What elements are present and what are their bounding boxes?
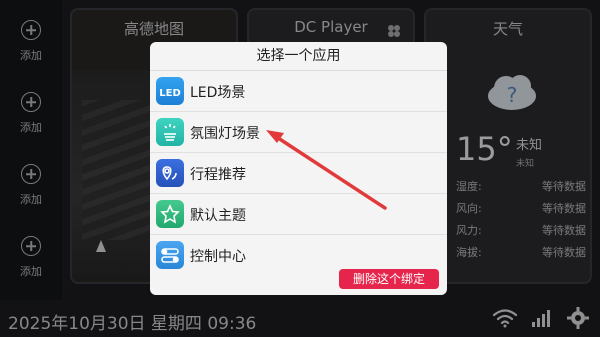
route-icon xyxy=(156,159,184,187)
app-picker-dialog: 选择一个应用 LED LED场景 氛围灯场景 行程推荐 默认主题 控制中心 删除… xyxy=(150,42,447,295)
theme-star-icon xyxy=(156,200,184,228)
app-item-led-scene[interactable]: LED LED场景 xyxy=(150,71,447,112)
control-toggle-icon xyxy=(156,241,184,269)
app-label: 默认主题 xyxy=(190,208,246,224)
app-label: 行程推荐 xyxy=(190,167,246,183)
dialog-title: 选择一个应用 xyxy=(150,42,447,71)
app-item-default-theme[interactable]: 默认主题 xyxy=(150,194,447,235)
app-label: LED场景 xyxy=(190,85,246,101)
led-icon: LED xyxy=(156,77,184,105)
app-label: 氛围灯场景 xyxy=(190,126,260,142)
app-label: 控制中心 xyxy=(190,249,246,265)
app-item-ambient-light[interactable]: 氛围灯场景 xyxy=(150,112,447,153)
delete-binding-button[interactable]: 删除这个绑定 xyxy=(339,269,439,289)
app-item-route[interactable]: 行程推荐 xyxy=(150,153,447,194)
ambient-light-icon xyxy=(156,118,184,146)
svg-text:LED: LED xyxy=(159,88,181,99)
